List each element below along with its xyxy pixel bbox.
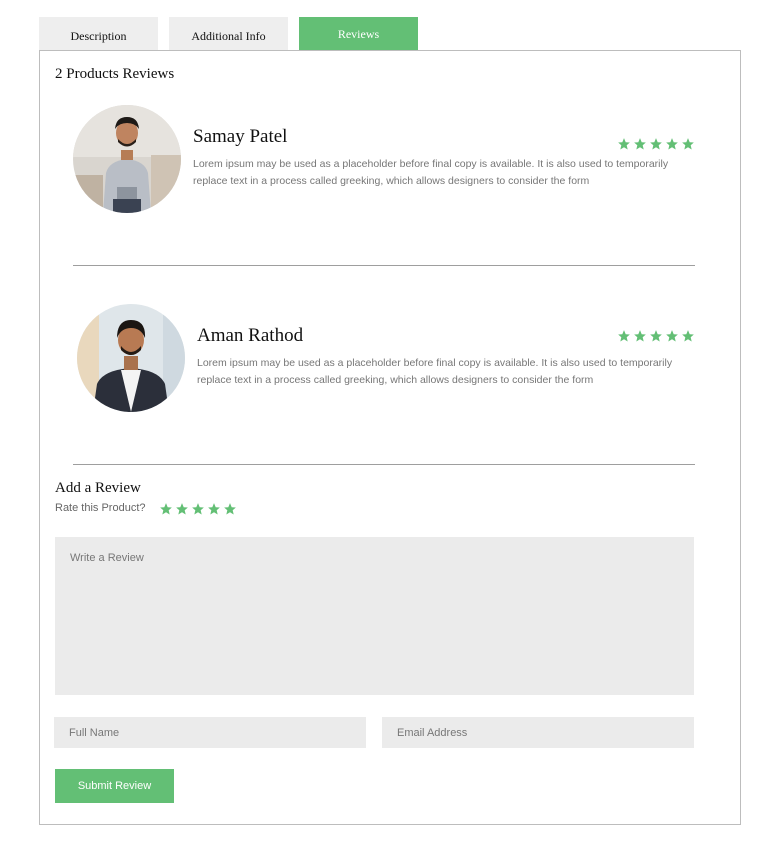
star-icon <box>682 138 694 150</box>
rating-input <box>159 502 237 516</box>
star-icon[interactable] <box>159 502 173 516</box>
review-rating <box>617 137 695 151</box>
star-icon <box>666 330 678 342</box>
tab-reviews[interactable]: Reviews <box>299 17 418 51</box>
star-icon <box>650 330 662 342</box>
reviewer-avatar <box>73 105 181 213</box>
reviewer-avatar <box>77 304 185 412</box>
review-text: Lorem ipsum may be used as a placeholder… <box>197 357 673 386</box>
star-icon <box>618 330 630 342</box>
reviewer-name: Aman Rathod <box>197 325 304 346</box>
review-text: Lorem ipsum may be used as a placeholder… <box>193 158 669 187</box>
review-divider <box>73 464 695 465</box>
star-icon <box>618 138 630 150</box>
star-icon[interactable] <box>175 502 189 516</box>
submit-review-button[interactable]: Submit Review <box>55 769 174 803</box>
reviews-heading: 2 Products Reviews <box>55 66 175 82</box>
review-rating <box>617 329 695 343</box>
reviewer-name: Samay Patel <box>193 126 288 147</box>
full-name-field[interactable] <box>54 717 366 748</box>
star-icon <box>666 138 678 150</box>
star-icon[interactable] <box>191 502 205 516</box>
star-icon <box>634 138 646 150</box>
star-icon <box>634 330 646 342</box>
tab-description[interactable]: Description <box>39 17 158 51</box>
star-icon <box>650 138 662 150</box>
star-icon[interactable] <box>207 502 221 516</box>
review-textarea[interactable] <box>55 537 694 695</box>
tab-additional-info[interactable]: Additional Info <box>169 17 288 51</box>
rate-label: Rate this Product? <box>55 502 146 514</box>
email-field[interactable] <box>382 717 694 748</box>
star-icon <box>682 330 694 342</box>
add-review-title: Add a Review <box>55 480 141 496</box>
star-icon[interactable] <box>223 502 237 516</box>
review-divider <box>73 265 695 266</box>
